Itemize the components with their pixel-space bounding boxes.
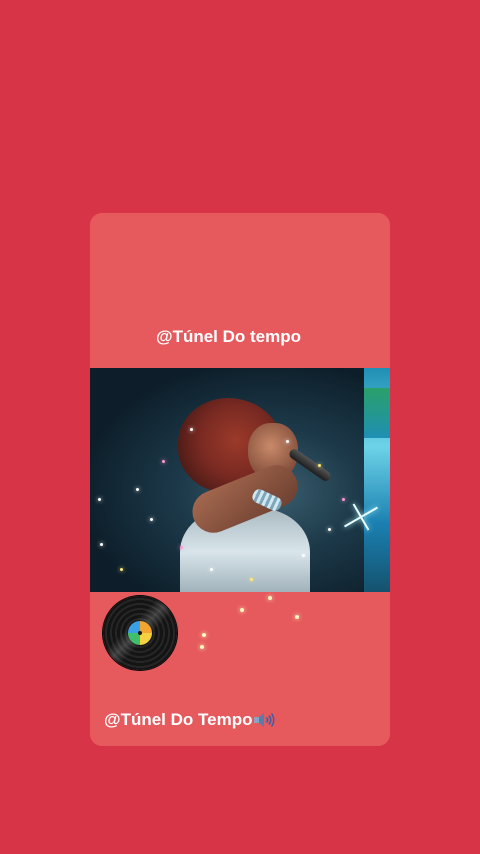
- stage-light-green: [364, 388, 390, 438]
- sparkle: [162, 460, 165, 463]
- sparkle: [250, 578, 253, 581]
- bottom-caption: @Túnel Do Tempo: [104, 710, 275, 730]
- reel-screen: @Túnel Do tempo @Túnel Do Tempo: [0, 0, 480, 854]
- sparkle: [120, 568, 123, 571]
- vinyl-record-icon[interactable]: [103, 596, 177, 670]
- sparkle: [328, 528, 331, 531]
- sparkle: [268, 596, 272, 600]
- bottom-caption-text: @Túnel Do Tempo: [104, 710, 253, 729]
- sparkle: [202, 633, 206, 637]
- post-card[interactable]: @Túnel Do tempo @Túnel Do Tempo: [90, 213, 390, 746]
- sparkle: [286, 440, 289, 443]
- sparkle: [240, 608, 244, 612]
- sparkle: [100, 543, 103, 546]
- star-sparkle-icon: [360, 516, 362, 518]
- sparkle: [210, 568, 213, 571]
- video-frame[interactable]: [90, 368, 390, 592]
- sparkle: [342, 498, 345, 501]
- vinyl-hole: [138, 631, 142, 635]
- sparkle: [136, 488, 139, 491]
- top-caption: @Túnel Do tempo: [156, 327, 302, 346]
- sparkle: [98, 498, 101, 501]
- sparkle: [295, 615, 299, 619]
- speaker-loud-icon: [253, 712, 275, 728]
- sparkle: [200, 645, 204, 649]
- sparkle: [318, 464, 321, 467]
- sparkle: [302, 554, 305, 557]
- sparkle: [180, 546, 183, 549]
- sparkle: [190, 428, 193, 431]
- sparkle: [150, 518, 153, 521]
